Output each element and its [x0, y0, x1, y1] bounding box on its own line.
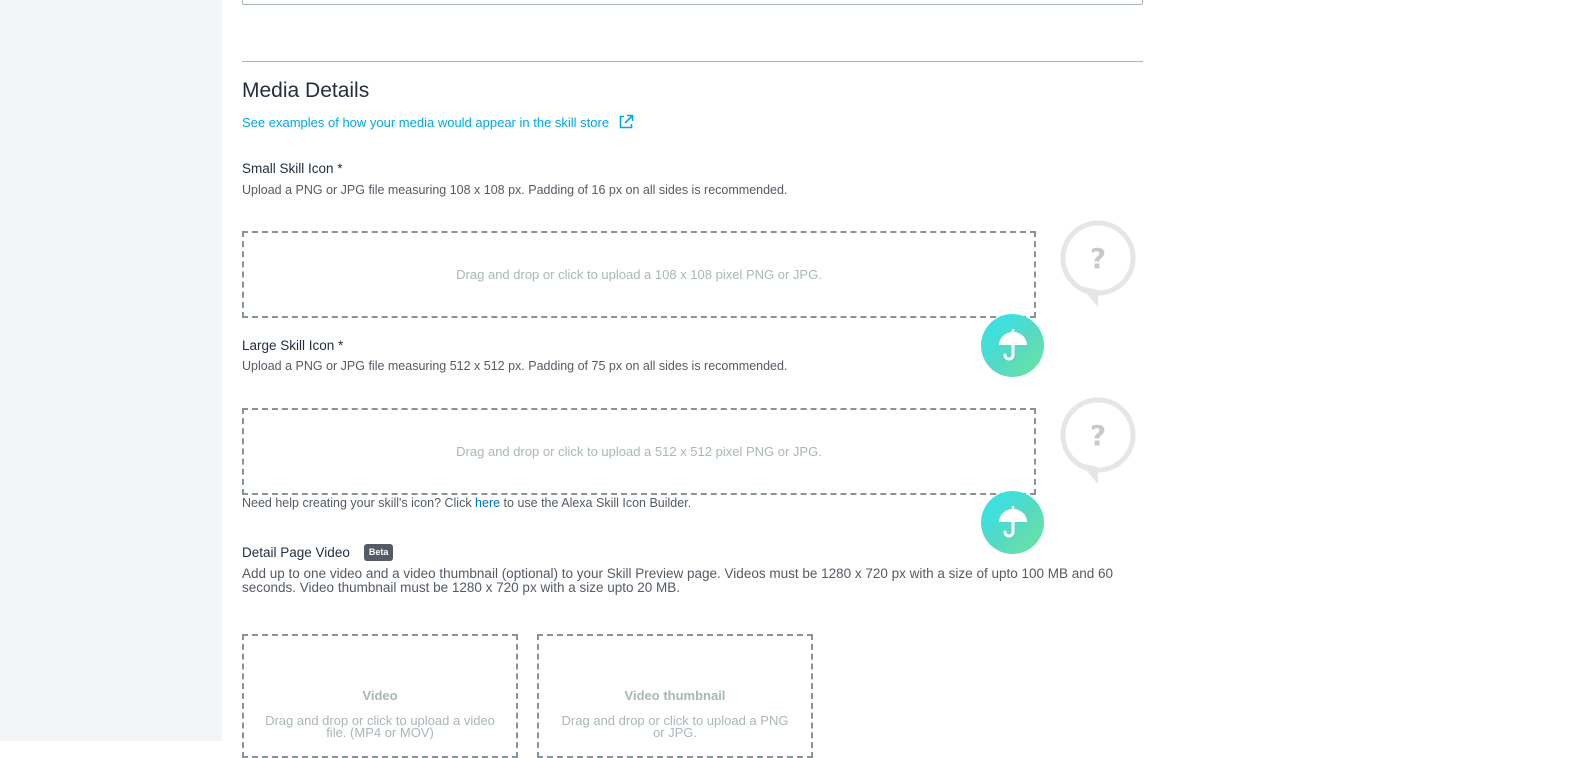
- beta-badge: Beta: [363, 544, 394, 561]
- icon-builder-help: Need help creating your skill's icon? Cl…: [242, 496, 691, 510]
- large-icon-dropzone-text: Drag and drop or click to upload a 512 x…: [456, 444, 822, 459]
- video-label-text: Detail Page Video: [242, 545, 350, 560]
- external-link-icon: [618, 114, 634, 130]
- media-details-section: Media Details See examples of how your m…: [242, 0, 1144, 758]
- umbrella-icon-button[interactable]: [981, 314, 1044, 377]
- svg-text:?: ?: [1090, 242, 1106, 275]
- large-icon-help: Upload a PNG or JPG file measuring 512 x…: [242, 359, 788, 373]
- video-help: Add up to one video and a video thumbnai…: [242, 566, 1114, 595]
- large-icon-dropzone[interactable]: Drag and drop or click to upload a 512 x…: [242, 408, 1036, 495]
- video-thumbnail-upload-box[interactable]: Video thumbnail Drag and drop or click t…: [537, 634, 813, 758]
- small-icon-dropzone-text: Drag and drop or click to upload a 108 x…: [456, 267, 822, 282]
- small-icon-label: Small Skill Icon *: [242, 161, 343, 176]
- left-rail: [0, 0, 222, 741]
- large-icon-label: Large Skill Icon *: [242, 338, 344, 353]
- thumbnail-box-desc: Drag and drop or click to upload a PNG o…: [561, 713, 789, 740]
- small-icon-help: Upload a PNG or JPG file measuring 108 x…: [242, 183, 788, 197]
- section-divider: [242, 61, 1143, 62]
- detail-page-video-label: Detail Page Video Beta: [242, 544, 394, 561]
- icon-builder-link[interactable]: here: [475, 496, 500, 510]
- speech-bubble-question-icon: ?: [1060, 395, 1140, 487]
- section-title: Media Details: [242, 79, 370, 102]
- umbrella-icon: [998, 328, 1027, 360]
- umbrella-icon: [998, 505, 1027, 537]
- small-icon-dropzone[interactable]: Drag and drop or click to upload a 108 x…: [242, 231, 1036, 318]
- examples-link-text: See examples of how your media would app…: [242, 114, 610, 130]
- icon-builder-prefix: Need help creating your skill's icon? Cl…: [242, 496, 476, 510]
- previous-field-box: [242, 0, 1143, 5]
- video-box-desc: Drag and drop or click to upload a video…: [265, 713, 495, 740]
- speech-bubble-question-icon: ?: [1060, 218, 1140, 310]
- video-box-title: Video: [362, 688, 398, 703]
- thumbnail-box-title: Video thumbnail: [624, 688, 726, 703]
- umbrella-icon-button[interactable]: [981, 491, 1044, 554]
- icon-builder-suffix: to use the Alexa Skill Icon Builder.: [500, 496, 692, 510]
- examples-link[interactable]: See examples of how your media would app…: [242, 114, 634, 130]
- svg-text:?: ?: [1090, 419, 1106, 452]
- video-upload-box[interactable]: Video Drag and drop or click to upload a…: [242, 634, 518, 758]
